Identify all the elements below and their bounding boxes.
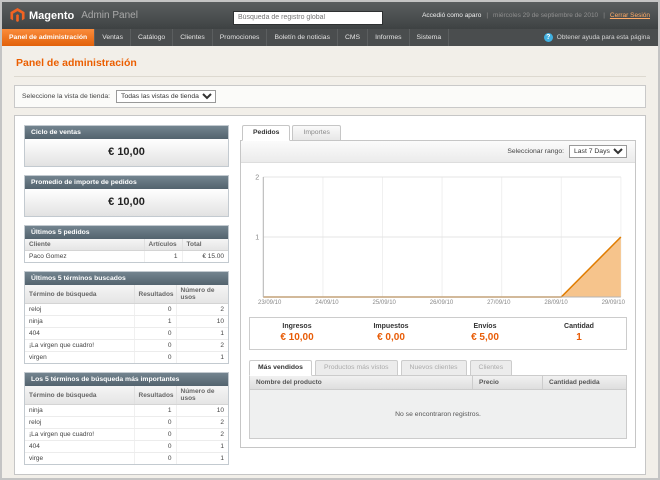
lifetime-sales-title: Ciclo de ventas bbox=[25, 126, 228, 139]
nav-item-dashboard[interactable]: Panel de administración bbox=[2, 29, 95, 46]
dashboard-left-column: Ciclo de ventas € 10,00 Promedio de impo… bbox=[24, 125, 229, 473]
page-help-link[interactable]: ? Obtener ayuda para esta página bbox=[544, 29, 658, 46]
range-label: Seleccionar rango: bbox=[507, 148, 564, 155]
svg-text:2: 2 bbox=[255, 175, 259, 182]
last-orders-title: Últimos 5 pedidos bbox=[25, 226, 228, 239]
tab-new-customers[interactable]: Nuevos clientes bbox=[401, 360, 467, 376]
range-select[interactable]: Last 7 Days bbox=[569, 145, 627, 158]
store-view-label: Seleccione la vista de tienda: bbox=[22, 93, 110, 100]
last-orders-panel: Últimos 5 pedidos Cliente Artículos Tota… bbox=[24, 225, 229, 263]
stat-quantity: Cantidad 1 bbox=[532, 318, 626, 349]
table-row[interactable]: ninja 1 10 bbox=[25, 316, 228, 328]
top-search-terms-table: Término de búsqueda Resultados Número de… bbox=[25, 386, 228, 464]
products-tabs: Más vendidos Productos más vistos Nuevos… bbox=[249, 360, 627, 376]
nav-item-cms[interactable]: CMS bbox=[338, 29, 368, 46]
separator: | bbox=[486, 12, 488, 19]
header-user-area: Accedió como aparo | miércoles 29 de sep… bbox=[422, 12, 650, 19]
average-orders-title: Promedio de importe de pedidos bbox=[25, 176, 228, 189]
magento-admin-window: Magento Admin Panel Accedió como aparo |… bbox=[0, 0, 660, 480]
col-header: Cliente bbox=[25, 239, 144, 251]
page-title: Panel de administración bbox=[14, 54, 646, 77]
empty-records-message: No se encontraron registros. bbox=[250, 390, 626, 438]
range-selector-row: Seleccionar rango: Last 7 Days bbox=[241, 141, 635, 163]
orders-chart-svg: 12 bbox=[249, 171, 627, 299]
store-view-switcher: Seleccione la vista de tienda: Todas las… bbox=[14, 85, 646, 108]
stat-revenue: Ingresos € 10,00 bbox=[250, 318, 344, 349]
logout-link[interactable]: Cerrar Sesión bbox=[610, 12, 650, 19]
table-row[interactable]: ¡La virgen que cuadro! 0 2 bbox=[25, 340, 228, 352]
logo-subtitle: Admin Panel bbox=[81, 10, 138, 21]
table-row[interactable]: reloj 0 2 bbox=[25, 304, 228, 316]
orders-chart-panel: Seleccionar rango: Last 7 Days 12 23/09/… bbox=[240, 140, 636, 448]
last-search-terms-table: Término de búsqueda Resultados Número de… bbox=[25, 285, 228, 363]
last-orders-table: Cliente Artículos Total Paco Gomez 1 € 1… bbox=[25, 239, 228, 262]
average-orders-panel: Promedio de importe de pedidos € 10,00 bbox=[24, 175, 229, 217]
nav-item-system[interactable]: Sistema bbox=[410, 29, 450, 46]
nav-item-sales[interactable]: Ventas bbox=[95, 29, 131, 46]
stat-shipping: Envíos € 5,00 bbox=[438, 318, 532, 349]
nav-item-customers[interactable]: Clientes bbox=[173, 29, 213, 46]
nav-item-promotions[interactable]: Promociones bbox=[213, 29, 268, 46]
last-search-terms-title: Últimos 5 términos buscados bbox=[25, 272, 228, 285]
col-header: Artículos bbox=[144, 239, 182, 251]
col-header: Número de usos bbox=[176, 285, 228, 304]
bestsellers-table-header: Nombre del producto Precio Cantidad pedi… bbox=[250, 376, 626, 390]
table-row[interactable]: virgen 0 1 bbox=[25, 352, 228, 364]
col-header-price: Precio bbox=[472, 376, 542, 389]
store-view-select[interactable]: Todas las vistas de tienda bbox=[116, 90, 216, 103]
tab-orders[interactable]: Pedidos bbox=[242, 125, 290, 141]
tab-customers[interactable]: Clientes bbox=[470, 360, 513, 376]
table-row[interactable]: ¡La virgen que cuadro! 0 2 bbox=[25, 429, 228, 441]
orders-chart: 12 23/09/10 24/09/10 25/09/10 26/09/10 2… bbox=[241, 163, 635, 310]
magento-logo-icon bbox=[10, 8, 25, 23]
col-header-qty: Cantidad pedida bbox=[542, 376, 626, 389]
table-row[interactable]: virge 0 1 bbox=[25, 453, 228, 465]
main-nav: Panel de administración Ventas Catálogo … bbox=[2, 29, 658, 46]
logged-in-as: Accedió como aparo bbox=[422, 12, 481, 19]
tab-amounts[interactable]: Importes bbox=[292, 125, 340, 141]
nav-item-newsletter[interactable]: Boletín de noticias bbox=[267, 29, 338, 46]
logo-text: Magento bbox=[29, 10, 74, 22]
global-search-input[interactable] bbox=[233, 11, 383, 25]
top-search-terms-panel: Los 5 términos de búsqueda más important… bbox=[24, 372, 229, 465]
global-search bbox=[233, 6, 383, 25]
stat-tax: Impuestos € 0,00 bbox=[344, 318, 438, 349]
lifetime-sales-panel: Ciclo de ventas € 10,00 bbox=[24, 125, 229, 167]
table-row[interactable]: 404 0 1 bbox=[25, 441, 228, 453]
lifetime-sales-value: € 10,00 bbox=[25, 139, 228, 166]
table-row[interactable]: ninja 1 10 bbox=[25, 405, 228, 417]
page-content: Panel de administración Seleccione la vi… bbox=[2, 46, 658, 475]
bestsellers-table: Nombre del producto Precio Cantidad pedi… bbox=[249, 375, 627, 439]
col-header: Número de usos bbox=[176, 386, 228, 405]
dashboard-main: Ciclo de ventas € 10,00 Promedio de impo… bbox=[14, 115, 646, 475]
col-header-product: Nombre del producto bbox=[250, 376, 472, 389]
top-header: Magento Admin Panel Accedió como aparo |… bbox=[2, 2, 658, 29]
nav-item-reports[interactable]: Informes bbox=[368, 29, 409, 46]
top-search-terms-title: Los 5 términos de búsqueda más important… bbox=[25, 373, 228, 386]
col-header: Término de búsqueda bbox=[25, 285, 134, 304]
average-orders-value: € 10,00 bbox=[25, 189, 228, 216]
table-row[interactable]: Paco Gomez 1 € 15.00 bbox=[25, 251, 228, 263]
tab-most-viewed[interactable]: Productos más vistos bbox=[315, 360, 398, 376]
col-header: Resultados bbox=[134, 386, 176, 405]
col-header: Término de búsqueda bbox=[25, 386, 134, 405]
last-search-terms-panel: Últimos 5 términos buscados Término de b… bbox=[24, 271, 229, 364]
current-date: miércoles 29 de septiembre de 2010 bbox=[493, 12, 598, 19]
chart-x-axis-labels: 23/09/10 24/09/10 25/09/10 26/09/10 27/0… bbox=[249, 299, 627, 310]
separator: | bbox=[603, 12, 605, 19]
chart-tabs: Pedidos Importes bbox=[240, 125, 636, 141]
dashboard-right-column: Pedidos Importes Seleccionar rango: Last… bbox=[240, 125, 636, 448]
table-row[interactable]: 404 0 1 bbox=[25, 328, 228, 340]
totals-bar: Ingresos € 10,00 Impuestos € 0,00 Envíos… bbox=[249, 317, 627, 350]
svg-text:1: 1 bbox=[255, 235, 259, 242]
help-icon: ? bbox=[544, 33, 553, 42]
table-row[interactable]: reloj 0 2 bbox=[25, 417, 228, 429]
magento-logo: Magento Admin Panel bbox=[10, 8, 138, 23]
col-header: Resultados bbox=[134, 285, 176, 304]
tab-bestsellers[interactable]: Más vendidos bbox=[249, 360, 312, 376]
nav-item-catalog[interactable]: Catálogo bbox=[131, 29, 173, 46]
col-header: Total bbox=[182, 239, 228, 251]
help-label: Obtener ayuda para esta página bbox=[557, 34, 650, 41]
